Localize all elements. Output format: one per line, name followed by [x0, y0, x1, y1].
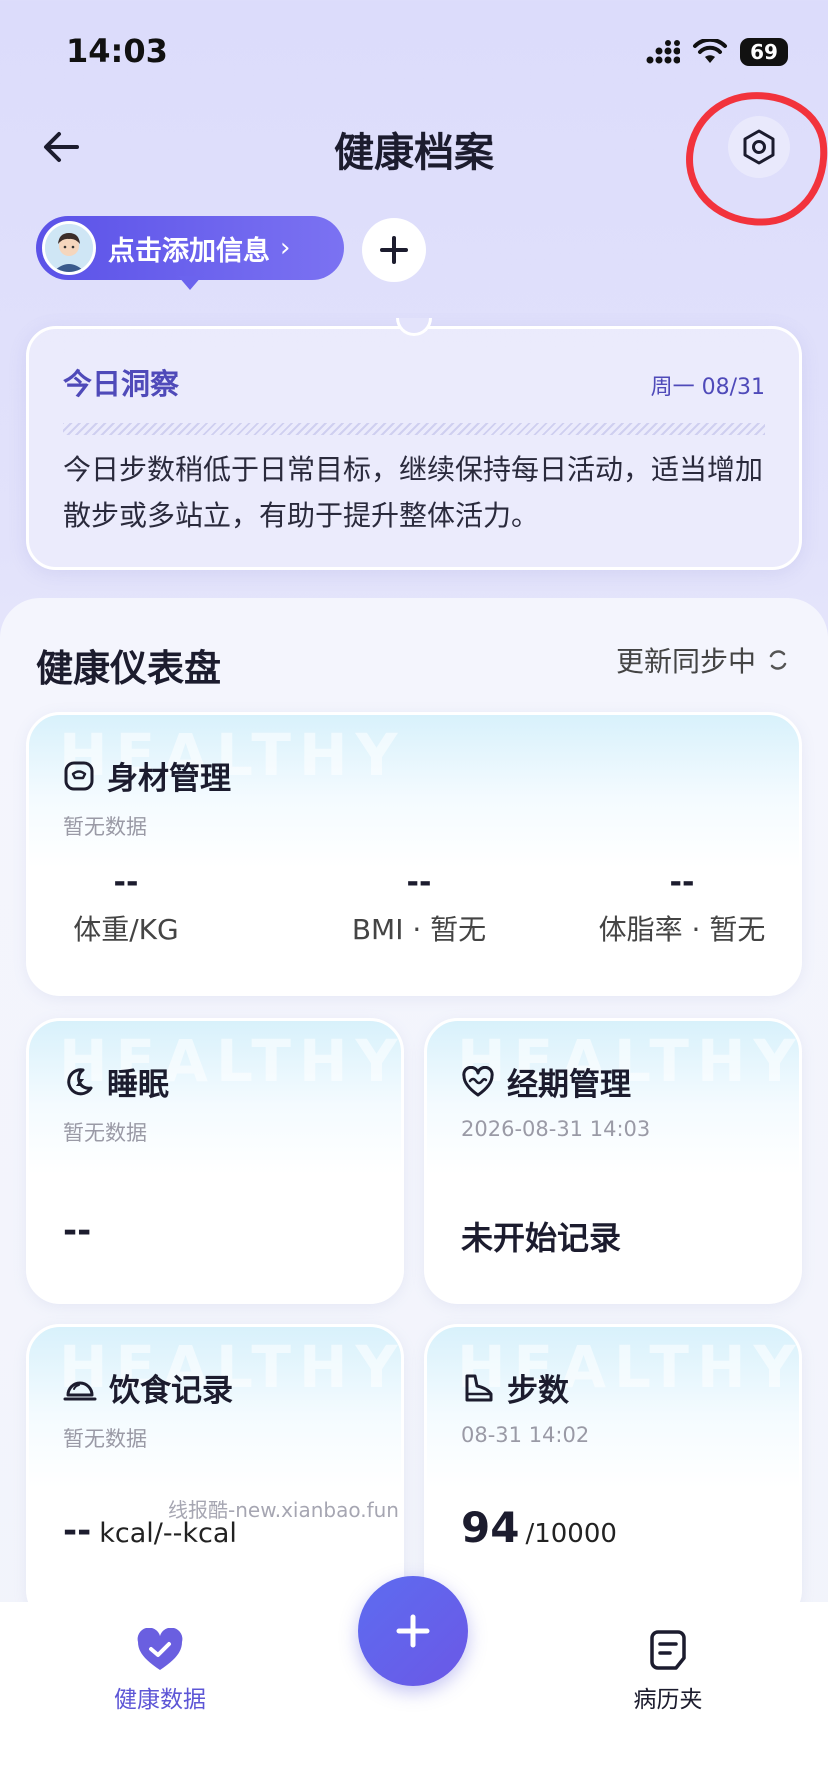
tab-health-data[interactable]: 健康数据	[100, 1628, 220, 1714]
moon-icon	[67, 1067, 93, 1095]
card-subtitle: 暂无数据	[63, 1121, 147, 1145]
steps-value: 94 /10000	[461, 1503, 617, 1552]
folder-icon	[650, 1630, 686, 1670]
body-fat-metric: -- 体脂率 · 暂无	[587, 865, 777, 948]
card-subtitle: 08-31 14:02	[461, 1423, 590, 1447]
sync-label: 更新同步中	[615, 645, 756, 678]
page-title: 健康档案	[334, 130, 494, 176]
refresh-icon	[769, 650, 787, 670]
tab-medical-records[interactable]: 病历夹	[608, 1628, 728, 1714]
diet-intake: --	[63, 1511, 92, 1551]
profile-add-info-button[interactable]: 点击添加信息 ›	[36, 216, 344, 280]
steps-count: 94	[461, 1503, 520, 1552]
insight-card: 今日洞察 周一 08/31 今日步数稍低于日常目标，继续保持每日活动，适当增加散…	[26, 326, 802, 570]
insight-date: 周一 08/31	[650, 375, 765, 400]
bmi-label: BMI · 暂无	[351, 913, 487, 946]
weight-label: 体重/KG	[73, 913, 179, 946]
tab-label: 健康数据	[114, 1687, 206, 1713]
weight-metric: -- 体重/KG	[61, 865, 191, 948]
wifi-icon	[693, 39, 727, 63]
battery-indicator: 69	[740, 38, 788, 66]
heart-check-icon	[137, 1628, 183, 1670]
body-fat-value: --	[669, 865, 695, 900]
bmi-metric: -- BMI · 暂无	[339, 865, 499, 948]
sleep-card[interactable]: HEALTHY 睡眠 暂无数据 --	[26, 1018, 404, 1304]
insight-text: 今日步数稍低于日常目标，继续保持每日活动，适当增加散步或多站立，有助于提升整体活…	[63, 453, 764, 532]
sleep-value: --	[63, 1211, 92, 1251]
shoe-icon	[465, 1374, 493, 1401]
dashboard-title: 健康仪表盘	[36, 647, 221, 690]
weight-value: --	[113, 865, 139, 900]
card-header: 身材管理	[63, 753, 231, 798]
card-header: 饮食记录	[63, 1365, 233, 1410]
profile-label: 点击添加信息	[108, 235, 270, 267]
tab-label: 病历夹	[633, 1687, 703, 1713]
heart-wave-icon	[462, 1065, 494, 1096]
status-bar: 14:03 69	[0, 0, 828, 100]
add-record-fab[interactable]	[358, 1576, 468, 1686]
site-watermark: 线报酷-new.xianbao.fun	[168, 1498, 399, 1522]
period-value: 未开始记录	[461, 1219, 622, 1257]
sync-status[interactable]: 更新同步中	[616, 640, 790, 680]
diet-card[interactable]: HEALTHY 饮食记录 暂无数据 -- kcal/--kcal	[26, 1324, 404, 1624]
status-icons: 69	[646, 38, 788, 66]
avatar-icon	[45, 224, 93, 272]
body-management-card[interactable]: HEALTHY 身材管理 暂无数据 -- 体重/KG -- BMI · 暂无 -…	[26, 712, 802, 996]
insight-divider	[63, 423, 765, 435]
plus-icon	[396, 1614, 430, 1648]
period-card[interactable]: HEALTHY 经期管理 2026-08-31 14:03 未开始记录	[424, 1018, 802, 1304]
card-title: 身材管理	[107, 761, 231, 797]
dish-icon	[63, 1381, 97, 1400]
bmi-value: --	[406, 865, 432, 900]
steps-goal: /10000	[525, 1519, 617, 1549]
chevron-right-icon: ›	[280, 233, 291, 263]
card-subtitle: 2026-08-31 14:03	[461, 1117, 651, 1141]
card-header: 睡眠	[63, 1059, 169, 1104]
card-title: 步数	[507, 1373, 569, 1409]
card-title: 经期管理	[507, 1067, 631, 1103]
card-title: 睡眠	[107, 1067, 169, 1103]
card-subtitle: 暂无数据	[63, 815, 147, 839]
settings-button[interactable]	[728, 116, 790, 178]
signal-icon	[646, 40, 680, 64]
card-title: 饮食记录	[109, 1373, 233, 1409]
card-subtitle: 暂无数据	[63, 1427, 147, 1451]
scale-icon	[64, 761, 94, 790]
pill-tail	[178, 276, 202, 290]
insight-title: 今日洞察	[63, 367, 180, 401]
gear-icon	[743, 129, 775, 165]
avatar	[42, 221, 96, 275]
steps-card[interactable]: HEALTHY 步数 08-31 14:02 94 /10000	[424, 1324, 802, 1624]
add-profile-button[interactable]	[362, 218, 426, 282]
body-fat-label: 体脂率 · 暂无	[598, 913, 766, 946]
plus-icon	[380, 236, 408, 264]
card-header: 经期管理	[461, 1059, 631, 1104]
status-time: 14:03	[66, 32, 168, 70]
card-header: 步数	[461, 1365, 569, 1410]
